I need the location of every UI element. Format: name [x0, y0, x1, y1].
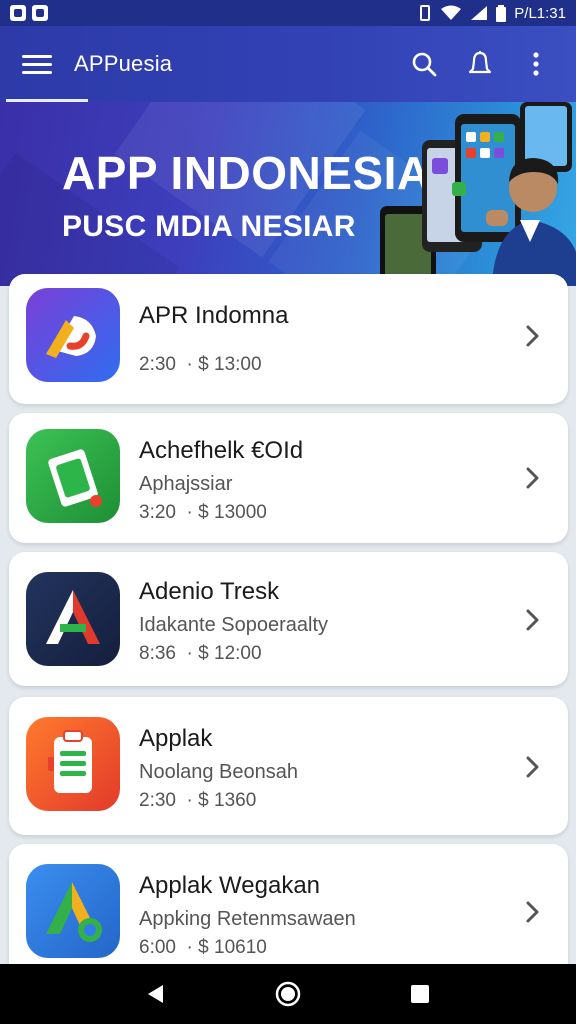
status-time: P/L1:31: [514, 4, 566, 22]
list-item[interactable]: Applak Wegakan Appking Retenmsawaen 6:00…: [9, 844, 568, 984]
battery-icon: [496, 4, 507, 22]
app-name: Adenio Tresk: [139, 578, 280, 605]
app-name: Applak Wegakan: [139, 872, 321, 899]
banner-subtitle: PUSC MDIA NESIAR: [62, 210, 356, 243]
app-name: Applak: [139, 725, 213, 752]
chevron-right-icon: [526, 467, 539, 489]
app-description: Noolang Beonsah: [139, 761, 299, 783]
signal-icon: [471, 6, 488, 20]
app-description: Idakante Sopoeraalty: [139, 614, 329, 636]
notification-icon: [32, 5, 48, 21]
app-logo-icon: [26, 288, 120, 382]
bell-icon[interactable]: [452, 36, 508, 92]
clipboard-app-icon: [26, 717, 120, 811]
app-name: APR Indomna: [139, 302, 289, 329]
home-icon[interactable]: [268, 974, 308, 1014]
app-time: 3:20: [139, 502, 176, 523]
app-price: $ 13:00: [198, 354, 262, 375]
status-bar: P/L1:31: [0, 0, 576, 26]
list-item[interactable]: Achefhelk €OId Aphajssiar 3:20 · $ 13000: [9, 413, 568, 543]
chevron-right-icon: [526, 325, 539, 347]
chevron-right-icon: [526, 609, 539, 631]
more-vert-icon[interactable]: [508, 36, 564, 92]
menu-icon[interactable]: [22, 45, 60, 83]
chevron-right-icon: [526, 901, 539, 923]
app-time: 6:00: [139, 937, 176, 958]
app-description: Aphajssiar: [139, 473, 233, 495]
banner-illustration: [380, 102, 576, 286]
system-nav-bar: [0, 964, 576, 1024]
back-icon[interactable]: [136, 974, 176, 1014]
app-time: 8:36: [139, 643, 176, 664]
list-item[interactable]: Applak Noolang Beonsah 2:30 · $ 1360: [9, 697, 568, 835]
status-notifications: [10, 5, 48, 21]
wifi-icon: [441, 5, 462, 20]
app-price: $ 10610: [198, 937, 267, 958]
letter-a-app-icon: [26, 572, 120, 666]
app-title: APPuesia: [74, 51, 173, 76]
vibrate-icon: [420, 5, 431, 21]
app-bar: APPuesia: [0, 26, 576, 102]
app-price: $ 12:00: [198, 643, 262, 664]
notification-icon: [10, 5, 26, 21]
app-price: $ 1360: [198, 790, 257, 811]
list-item[interactable]: APR Indomna 2:30 · $ 13:00: [9, 274, 568, 404]
recents-icon[interactable]: [400, 974, 440, 1014]
maps-app-icon: [26, 864, 120, 958]
promo-banner[interactable]: APP INDONESIA PUSC MDIA NESIAR: [0, 102, 576, 286]
app-time: 2:30: [139, 354, 176, 375]
list-item[interactable]: Adenio Tresk Idakante Sopoeraalty 8:36 ·…: [9, 552, 568, 686]
money-app-icon: [26, 429, 120, 523]
app-name: Achefhelk €OId: [139, 437, 304, 464]
app-price: $ 13000: [198, 502, 267, 523]
chevron-right-icon: [526, 756, 539, 778]
app-description: Appking Retenmsawaen: [139, 908, 356, 930]
app-time: 2:30: [139, 790, 176, 811]
search-icon[interactable]: [396, 36, 452, 92]
